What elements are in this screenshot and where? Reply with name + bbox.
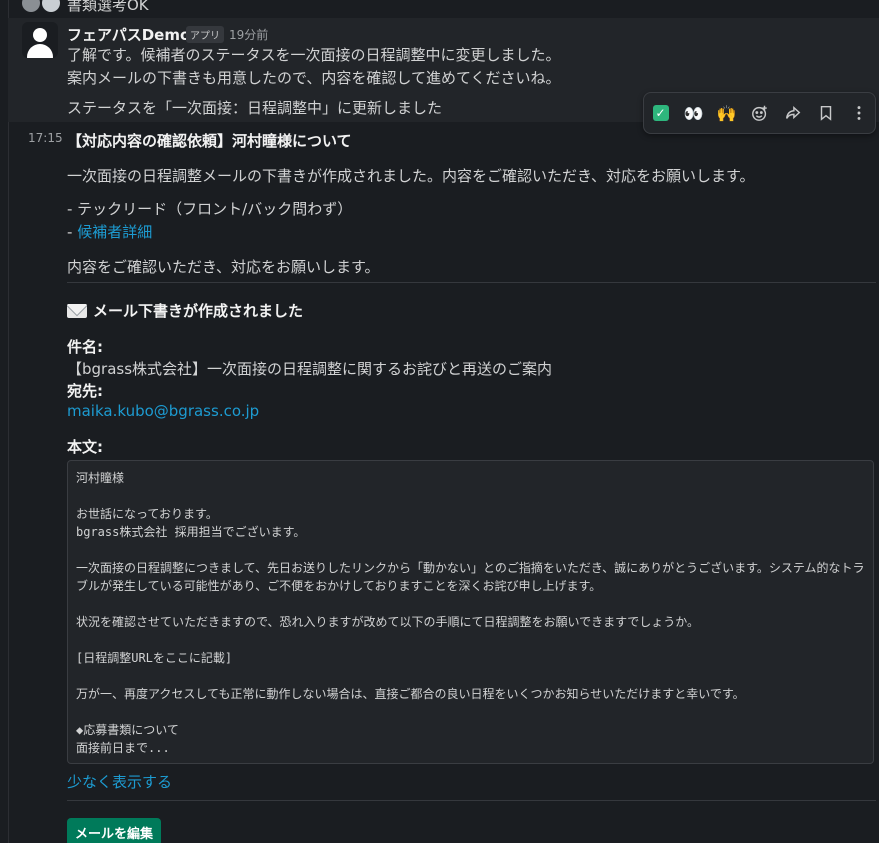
divider <box>67 282 876 283</box>
raised-hands-icon: 🙌 <box>716 103 737 123</box>
show-less-link[interactable]: 少なく表示する <box>67 771 172 792</box>
bookmark-icon <box>820 105 831 121</box>
subject-label: 件名: <box>67 338 103 356</box>
message-actions-toolbar: ✓ 👀 🙌 <box>643 92 876 134</box>
share-button[interactable] <box>779 99 807 127</box>
followup-heading: 【対応内容の確認依頼】河村瞳様について <box>67 132 352 150</box>
followup-intro: 一次面接の日程調整メールの下書きが作成されました。内容をご確認いただき、対応をお… <box>67 167 755 185</box>
eyes-icon: 👀 <box>683 103 704 123</box>
user-avatar[interactable] <box>22 0 40 12</box>
candidate-details-link[interactable]: 候補者詳細 <box>77 223 152 241</box>
message-line: 案内メールの下書きも用意したので、内容を確認して進めてくださいね。 <box>67 69 561 87</box>
envelope-icon <box>67 303 87 318</box>
email-body-preview: 河村瞳様 お世話になっております。 bgrass株式会社 採用担当でございます。… <box>67 460 874 764</box>
previous-message-text: 書類選考OK <box>67 0 149 14</box>
slack-thread: 書類選考OK フェアパスDemo アプリ 19分前 了解です。候補者のステータス… <box>0 0 879 843</box>
app-badge: アプリ <box>186 26 224 43</box>
add-reaction-button[interactable] <box>746 99 774 127</box>
share-icon <box>785 105 800 120</box>
bookmark-button[interactable] <box>812 99 840 127</box>
draft-section-title-text: メール下書きが作成されました <box>93 302 304 320</box>
bullet-prefix: - <box>67 223 78 241</box>
edit-email-button[interactable]: メールを編集 <box>67 818 161 843</box>
recipient-email-link[interactable]: maika.kubo@bgrass.co.jp <box>67 402 259 420</box>
recipient-label: 宛先: <box>67 382 103 400</box>
body-label: 本文: <box>67 438 103 456</box>
followup-outro: 内容をご確認いただき、対応をお願いします。 <box>67 258 380 276</box>
check-mark-icon: ✓ <box>652 105 669 121</box>
message-line: 了解です。候補者のステータスを一次面接の日程調整中に変更しました。 <box>67 46 561 64</box>
status-update-line: ステータスを「一次面接：日程調整中」に更新しました <box>67 99 443 117</box>
user-avatar[interactable] <box>42 0 60 12</box>
draft-section-title: メール下書きが作成されました <box>67 300 303 321</box>
more-actions-button[interactable] <box>845 99 873 127</box>
more-vertical-icon <box>857 106 860 120</box>
message-timestamp[interactable]: 17:15 <box>28 131 63 145</box>
left-rail <box>0 0 9 843</box>
bullet-position: - テックリード（フロント/バック問わず） <box>67 200 353 218</box>
add-reaction-icon <box>751 105 767 121</box>
message-time[interactable]: 19分前 <box>229 26 268 43</box>
check-mark-reaction-button[interactable]: ✓ <box>647 99 675 127</box>
divider <box>67 800 876 801</box>
bot-avatar[interactable] <box>22 22 58 58</box>
raised-hands-reaction-button[interactable]: 🙌 <box>713 99 741 127</box>
eyes-reaction-button[interactable]: 👀 <box>680 99 708 127</box>
sender-name[interactable]: フェアパスDemo <box>67 24 190 45</box>
subject-value: 【bgrass株式会社】一次面接の日程調整に関するお詫びと再送のご案内 <box>67 360 553 378</box>
previous-message-avatars <box>22 0 62 14</box>
bullet-candidate-link-row: - 候補者詳細 <box>67 221 152 242</box>
